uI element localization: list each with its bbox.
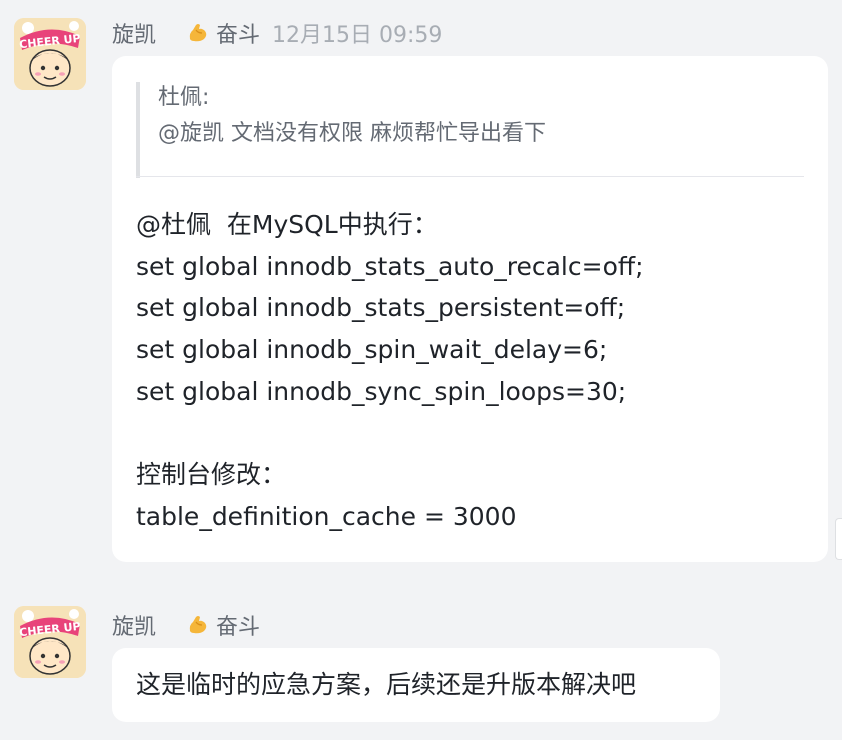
- message-item: CHEER UP 旋凯 奋斗 这是临时的应急方案，后续还是升版本解决吧: [0, 596, 842, 740]
- sender-name[interactable]: 旋凯: [112, 17, 156, 49]
- message-line: set global innodb_sync_spin_loops=30;: [136, 376, 627, 406]
- message-line: [136, 412, 816, 454]
- user-status: 奋斗: [186, 609, 260, 641]
- message-line: @杜佩 在MySQL中执行：: [136, 210, 438, 239]
- message-header: 旋凯 奋斗: [112, 610, 260, 640]
- message-body: @杜佩 在MySQL中执行： set global innodb_stats_a…: [136, 204, 816, 538]
- message-header: 旋凯 奋斗 12月15日 09:59: [112, 18, 442, 48]
- status-text: 奋斗: [216, 23, 261, 48]
- message-line: set global innodb_spin_wait_delay=6;: [136, 335, 608, 365]
- avatar[interactable]: CHEER UP: [14, 18, 86, 90]
- message-bubble[interactable]: 这是临时的应急方案，后续还是升版本解决吧: [112, 648, 720, 722]
- sender-name[interactable]: 旋凯: [112, 609, 156, 641]
- message-line: table_definition_cache = 3000: [136, 501, 517, 531]
- avatar[interactable]: CHEER UP: [14, 606, 86, 678]
- message-timestamp: 12月15日 09:59: [272, 23, 443, 48]
- message-line: set global innodb_stats_auto_recalc=off;: [136, 251, 644, 281]
- flexed-biceps-icon: [189, 616, 207, 634]
- side-panel-handle[interactable]: [835, 518, 842, 560]
- status-text: 奋斗: [216, 615, 261, 640]
- message-text: 这是临时的应急方案，后续还是升版本解决吧: [136, 670, 637, 699]
- user-status: 奋斗: [186, 17, 260, 49]
- quote-text: @旋凯 文档没有权限 麻烦帮忙导出看下: [158, 121, 546, 146]
- quote-author: 杜佩:: [158, 85, 210, 110]
- message-line: 控制台修改：: [136, 460, 287, 490]
- message-bubble[interactable]: 杜佩: @旋凯 文档没有权限 麻烦帮忙导出看下 @杜佩 在MySQL中执行： s…: [112, 56, 828, 562]
- avatar-image: CHEER UP: [14, 606, 86, 678]
- message-line: set global innodb_stats_persistent=off;: [136, 293, 626, 323]
- flexed-biceps-icon: [189, 24, 207, 42]
- quote-divider: [136, 176, 804, 177]
- message-item: CHEER UP 旋凯 奋斗 12月15日 09:59 杜佩: @旋凯 文档没有…: [0, 0, 842, 580]
- avatar-image: CHEER UP: [14, 18, 86, 90]
- quoted-reply[interactable]: 杜佩: @旋凯 文档没有权限 麻烦帮忙导出看下: [136, 82, 804, 178]
